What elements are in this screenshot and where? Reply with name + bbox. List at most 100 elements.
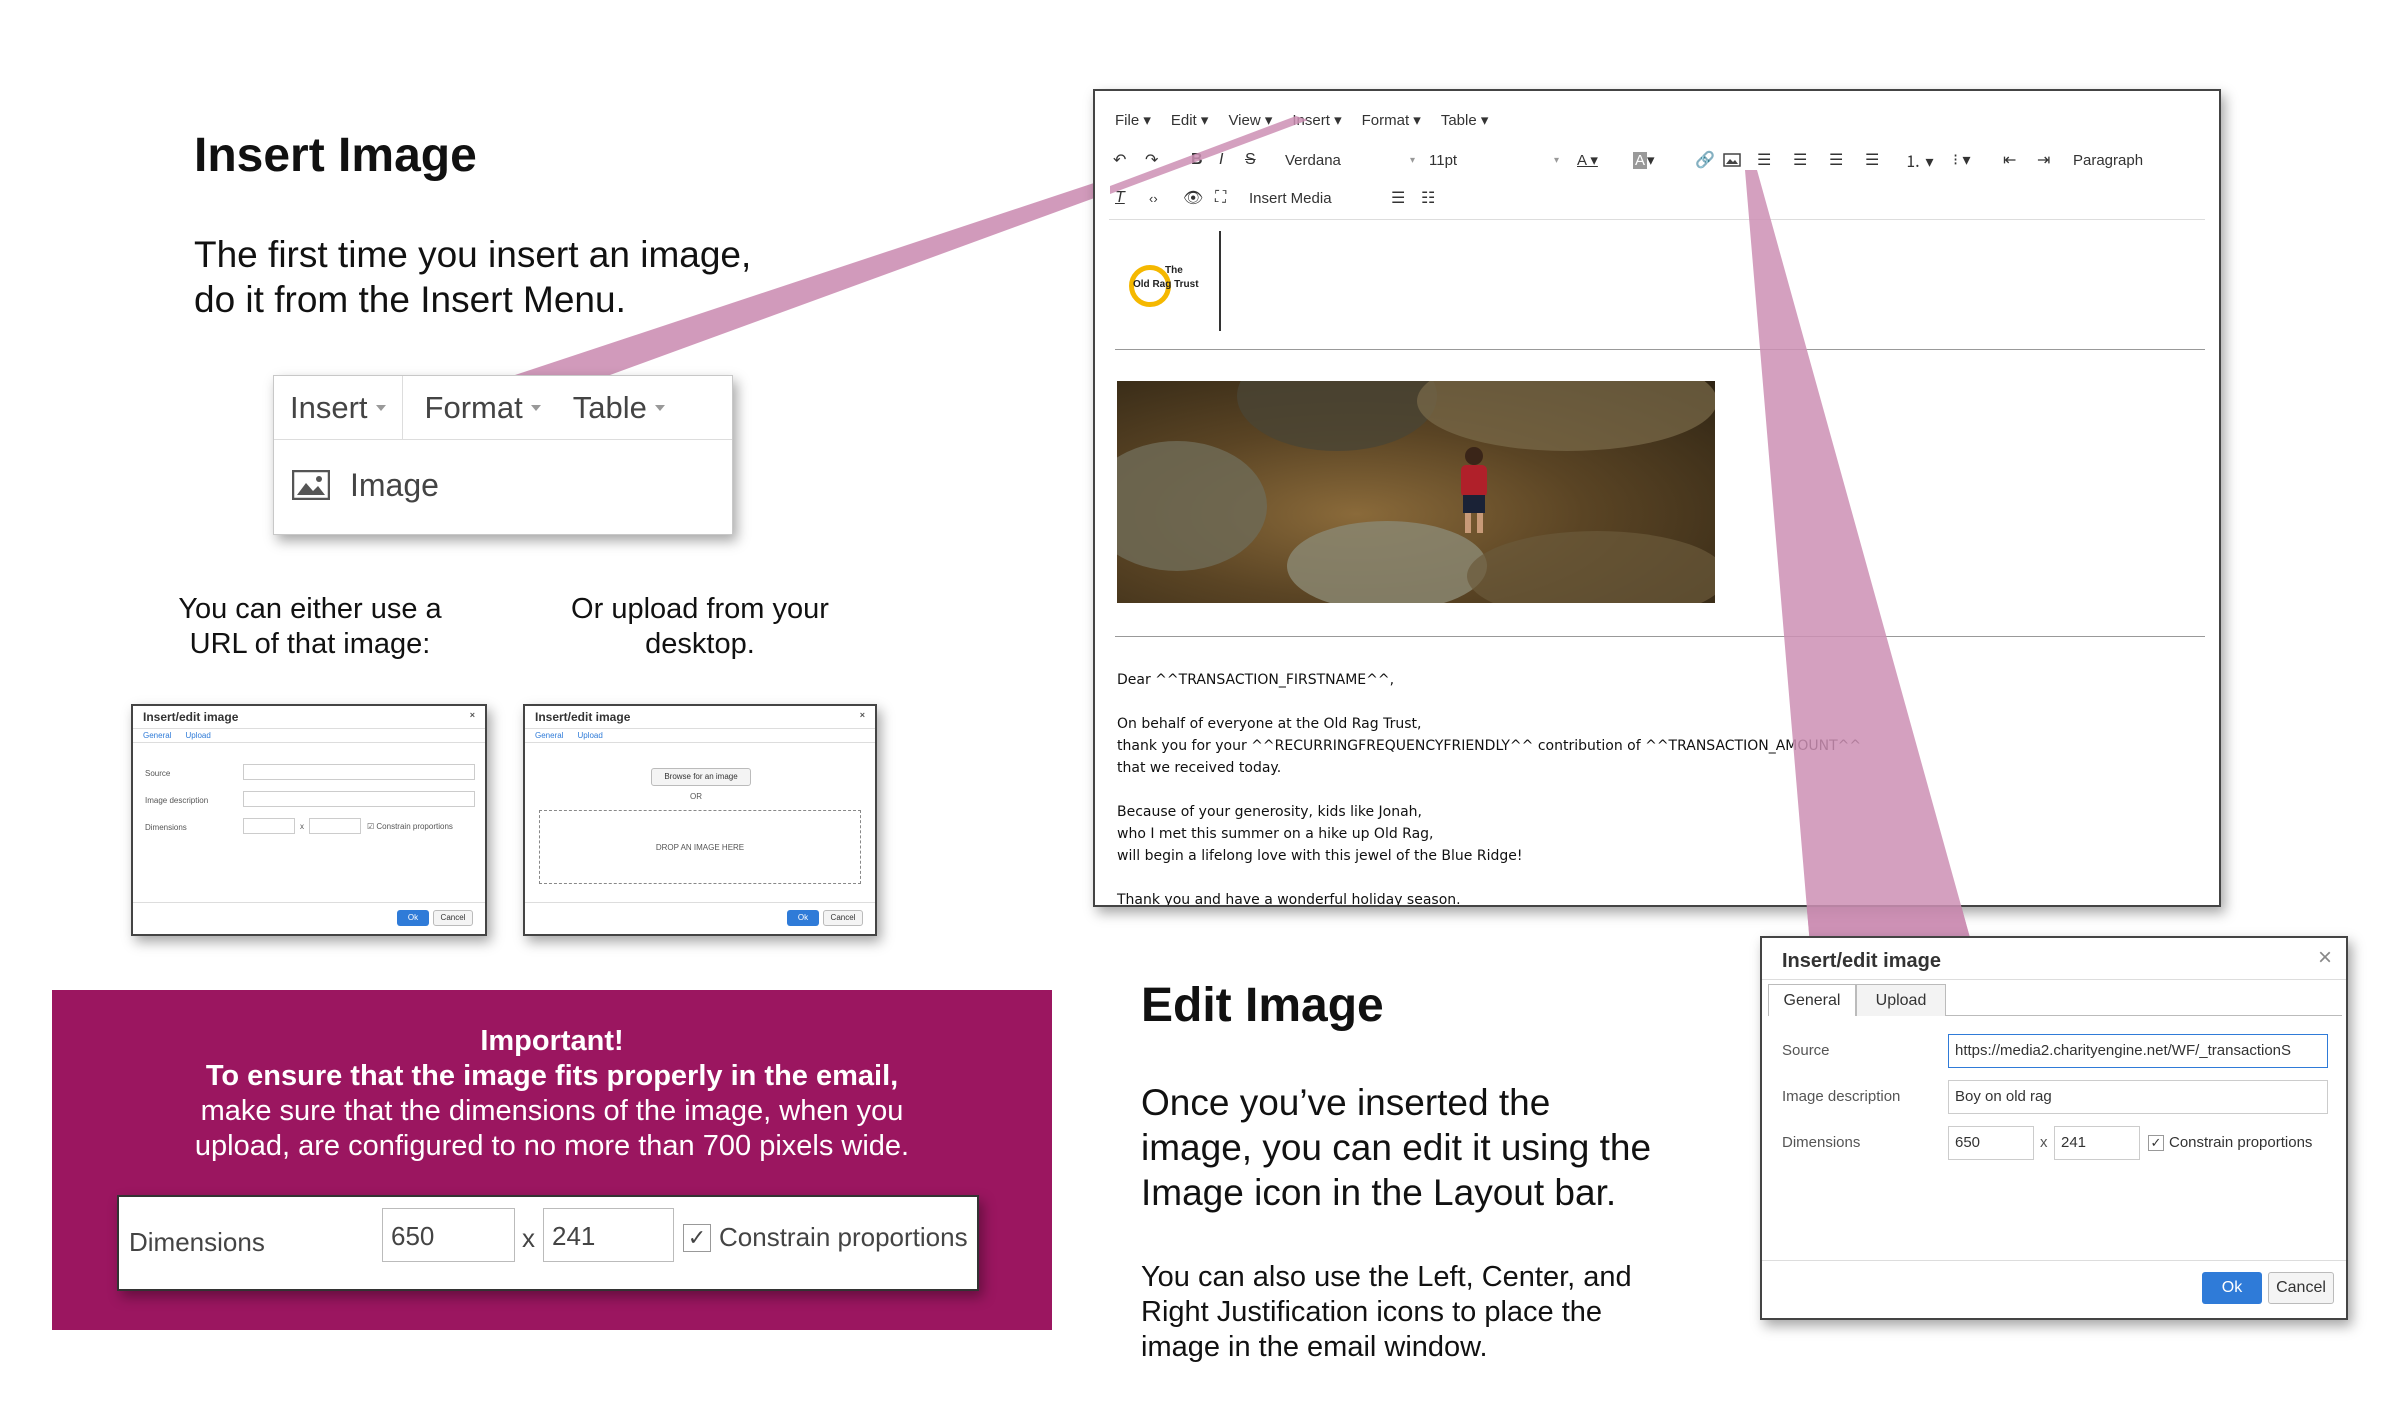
undo-icon[interactable]: ↶ [1113, 147, 1126, 173]
upload-caption: Or upload from your desktop. [571, 593, 829, 660]
tab-upload[interactable]: Upload [185, 731, 210, 740]
constrain-checkbox[interactable]: ☑ Constrain proportions [367, 822, 453, 831]
important-text: Important! To ensure that the image fits… [52, 1024, 1052, 1164]
insert-intro-line1: The first time you insert an image, [194, 234, 752, 275]
body-line: thank you for your ^^RECURRINGFREQUENCYF… [1117, 738, 1862, 754]
menu-file[interactable]: File ▾ [1115, 111, 1151, 129]
redo-icon[interactable]: ↷ [1145, 147, 1158, 173]
menu-view[interactable]: View ▾ [1228, 111, 1272, 129]
cancel-button[interactable]: Cancel [2268, 1272, 2334, 1304]
bg-color-icon[interactable]: A ▾ [1633, 147, 1655, 173]
dialog-header: Insert/edit image × [1762, 938, 2346, 980]
align-center-icon[interactable]: ☰ [1793, 147, 1807, 173]
important-line2: make sure that the dimensions of the ima… [200, 1095, 904, 1127]
source-label: Source [1782, 1042, 1830, 1059]
tab-upload[interactable]: Upload [577, 731, 602, 740]
close-icon[interactable]: × [2318, 944, 2332, 972]
source-input[interactable] [243, 764, 475, 780]
indent-icon[interactable]: ⇥ [2037, 147, 2050, 173]
numbered-list-icon[interactable]: ⒈ ▾ [1905, 147, 1933, 173]
strikethrough-icon[interactable]: S [1245, 147, 1256, 173]
email-body[interactable]: Dear ^^TRANSACTION_FIRSTNAME^^, On behal… [1117, 669, 1862, 905]
insert-image-title: Insert Image [194, 129, 477, 182]
database-alt-icon[interactable]: ☷ [1421, 185, 1435, 211]
menu-format[interactable]: Format ▾ [1362, 111, 1421, 129]
tab-general[interactable]: General [143, 731, 171, 740]
tab-general[interactable]: General [1768, 984, 1856, 1016]
editor-toolbar-2: T ‹› 👁 ⛶ Insert Media ☰ ☷ [1109, 185, 1709, 211]
bullet-list-icon[interactable]: ⁝ ▾ [1953, 147, 1971, 173]
tab-general[interactable]: General [535, 731, 563, 740]
constrain-zoom-checkbox[interactable]: ✓ Constrain proportions [683, 1222, 968, 1253]
close-icon[interactable]: × [470, 710, 475, 724]
width-input[interactable] [243, 818, 295, 834]
important-line3: upload, are configured to no more than 7… [194, 1130, 910, 1162]
tab-upload[interactable]: Upload [1856, 984, 1946, 1016]
fullscreen-icon[interactable]: ⛶ [1215, 185, 1226, 211]
body-line: On behalf of everyone at the Old Rag Tru… [1117, 716, 1422, 732]
cancel-button[interactable]: Cancel [433, 910, 473, 926]
align-left-icon[interactable]: ☰ [1757, 147, 1771, 173]
body-line: will begin a lifelong love with this jew… [1117, 848, 1523, 864]
url-caption: You can either use a URL of that image: [178, 593, 442, 660]
dialog-title: Insert/edit image [1782, 950, 1941, 972]
menu-table[interactable]: Table [563, 376, 675, 440]
menu-format[interactable]: Format [403, 376, 563, 440]
ok-button[interactable]: Ok [2202, 1272, 2262, 1304]
cancel-button[interactable]: Cancel [823, 910, 863, 926]
drop-zone[interactable]: DROP AN IMAGE HERE [539, 810, 861, 884]
bold-icon[interactable]: B [1191, 147, 1203, 173]
source-input[interactable]: https://media2.charityengine.net/WF/_tra… [1948, 1034, 2328, 1068]
align-justify-icon[interactable]: ☰ [1865, 147, 1879, 173]
edit-intro: Once you’ve inserted the image, you can … [1141, 1082, 1652, 1213]
old-rag-trust-logo: The Old Rag Trust [1129, 259, 1199, 313]
block-format-select[interactable]: Paragraph [2073, 147, 2143, 173]
align-right-icon[interactable]: ☰ [1829, 147, 1843, 173]
edit-image-dialog: Insert/edit image × General Upload Sourc… [1760, 936, 2348, 1320]
image-icon[interactable] [1723, 147, 1741, 173]
desc-input[interactable] [243, 791, 475, 807]
font-size-select[interactable]: 11pt ▾ [1429, 147, 1559, 173]
font-family-select[interactable]: Verdana ▾ [1285, 147, 1415, 173]
important-bold-line: To ensure that the image fits properly i… [205, 1060, 899, 1092]
body-line: Dear ^^TRANSACTION_FIRSTNAME^^, [1117, 672, 1395, 688]
checkbox-icon: ✓ [2148, 1134, 2164, 1151]
close-icon[interactable]: × [860, 710, 865, 724]
menu-table[interactable]: Table ▾ [1441, 111, 1489, 129]
width-input[interactable]: 650 [1948, 1126, 2034, 1160]
link-icon[interactable]: 🔗 [1695, 147, 1715, 173]
browse-button[interactable]: Browse for an image [651, 768, 751, 786]
desc-input[interactable]: Boy on old rag [1948, 1080, 2328, 1114]
height-input[interactable] [309, 818, 361, 834]
width-zoom-input[interactable]: 650 [382, 1208, 515, 1262]
outdent-icon[interactable]: ⇤ [2003, 147, 2016, 173]
database-icon[interactable]: ☰ [1391, 185, 1405, 211]
ok-button[interactable]: Ok [397, 910, 429, 926]
code-icon[interactable]: ‹› [1149, 185, 1158, 211]
constrain-checkbox[interactable]: ✓ Constrain proportions [2148, 1134, 2312, 1151]
height-zoom-input[interactable]: 241 [543, 1208, 674, 1262]
editor-window: File ▾ Edit ▾ View ▾ Insert ▾ Format ▾ T… [1093, 89, 2221, 907]
source-label: Source [145, 769, 171, 778]
italic-icon[interactable]: I [1219, 147, 1223, 173]
preview-icon[interactable]: 👁 [1183, 185, 1203, 211]
ok-button[interactable]: Ok [787, 910, 819, 926]
text-color-icon[interactable]: A ▾ [1577, 147, 1598, 173]
height-input[interactable]: 241 [2054, 1126, 2140, 1160]
body-line: Because of your generosity, kids like Jo… [1117, 804, 1423, 820]
edit-note: You can also use the Left, Center, and R… [1141, 1261, 1632, 1363]
menu-insert[interactable]: Insert ▾ [1292, 111, 1341, 129]
menu-edit[interactable]: Edit ▾ [1171, 111, 1209, 129]
image-icon [292, 470, 330, 500]
body-line: who I met this summer on a hike up Old R… [1117, 826, 1434, 842]
dims-label: Dimensions [145, 823, 187, 832]
editor-menubar: File ▾ Edit ▾ View ▾ Insert ▾ Format ▾ T… [1115, 111, 1488, 129]
insert-intro: The first time you insert an image, do i… [194, 232, 751, 322]
menu-item-image[interactable]: Image [274, 440, 732, 530]
clear-format-icon[interactable]: T [1115, 185, 1125, 211]
url-dialog-thumb: Insert/edit image × General Upload Source … [131, 704, 487, 936]
upload-dialog-title: Insert/edit image [535, 710, 631, 724]
important-box: Important! To ensure that the image fits… [52, 990, 1052, 1330]
insert-media-button[interactable]: Insert Media [1249, 185, 1332, 211]
menu-insert[interactable]: Insert [274, 375, 403, 440]
